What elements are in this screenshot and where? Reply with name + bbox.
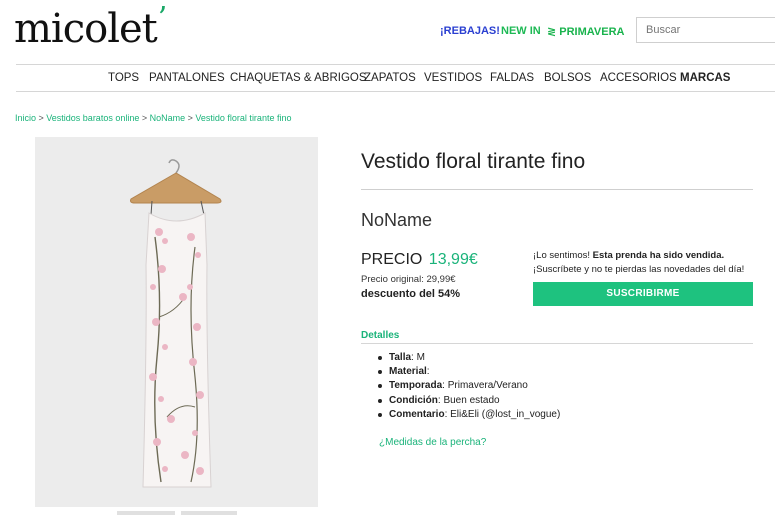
nav-item-accesorios[interactable]: ACCESORIOS: [600, 72, 677, 84]
subscribe-button[interactable]: SUSCRIBIRME: [533, 282, 753, 306]
hanger-measures-link[interactable]: ¿Medidas de la percha?: [379, 437, 486, 448]
micolet-logo[interactable]: micolet’: [14, 1, 167, 52]
details-list: Talla: M Material: Temporada: Primavera/…: [376, 352, 560, 423]
nav-item-pantalones[interactable]: PANTALONES: [149, 72, 225, 84]
detail-material: Material:: [376, 366, 560, 380]
nav-item-faldas[interactable]: FALDAS: [490, 72, 534, 84]
detail-condicion: Condición: Buen estado: [376, 395, 560, 409]
promo-new-in-link[interactable]: NEW IN: [501, 25, 541, 37]
main-nav: TOPS PANTALONES CHAQUETAS & ABRIGOS ZAPA…: [16, 64, 775, 92]
thumbnail-2[interactable]: [181, 511, 237, 515]
nav-item-tops[interactable]: TOPS: [108, 72, 139, 84]
nav-item-bolsos[interactable]: BOLSOS: [544, 72, 591, 84]
breadcrumb: Inicio > Vestidos baratos online > NoNam…: [15, 113, 292, 123]
dress-illustration: [130, 159, 222, 488]
price-row: PRECIO 13,99€: [361, 251, 478, 269]
detail-talla: Talla: M: [376, 352, 560, 366]
price-value: 13,99€: [428, 251, 478, 268]
thumbnail-1[interactable]: [117, 511, 175, 515]
detail-comentario: Comentario: Eli&Eli (@lost_in_vogue): [376, 409, 560, 423]
details-tab[interactable]: Detalles: [361, 330, 399, 341]
breadcrumb-inicio[interactable]: Inicio: [15, 113, 36, 123]
detail-temporada: Temporada: Primavera/Verano: [376, 380, 560, 394]
sold-message-bold: Esta prenda ha sido vendida.: [592, 250, 725, 261]
product-title: Vestido floral tirante fino: [361, 150, 586, 173]
sold-message: ¡Lo sentimos! Esta prenda ha sido vendid…: [533, 250, 725, 261]
product-photo[interactable]: [35, 137, 318, 507]
discount-text: descuento del 54%: [361, 288, 461, 300]
breadcrumb-current[interactable]: Vestido floral tirante fino: [195, 113, 291, 123]
title-divider: [361, 189, 753, 190]
price-label: PRECIO: [361, 251, 423, 268]
logo-mark: ’: [157, 1, 167, 36]
breadcrumb-brand[interactable]: NoName: [150, 113, 186, 123]
promo-primavera-link[interactable]: ≷ PRIMAVERA: [547, 25, 624, 38]
promo-rebajas-link[interactable]: ¡REBAJAS!: [440, 25, 500, 37]
original-price: Precio original: 29,99€: [361, 274, 456, 285]
nav-item-zapatos[interactable]: ZAPATOS: [364, 72, 416, 84]
search-input[interactable]: [636, 17, 775, 43]
nav-item-vestidos[interactable]: VESTIDOS: [424, 72, 482, 84]
breadcrumb-vestidos[interactable]: Vestidos baratos online: [46, 113, 139, 123]
product-brand[interactable]: NoName: [361, 210, 432, 231]
nav-item-chaquetas-abrigos[interactable]: CHAQUETAS & ABRIGOS: [230, 72, 367, 84]
thumbnail-strip: [117, 511, 237, 515]
subscribe-prompt: ¡Suscríbete y no te pierdas las novedade…: [533, 264, 745, 275]
nav-item-marcas[interactable]: MARCAS: [680, 72, 730, 84]
details-divider: [361, 343, 753, 344]
